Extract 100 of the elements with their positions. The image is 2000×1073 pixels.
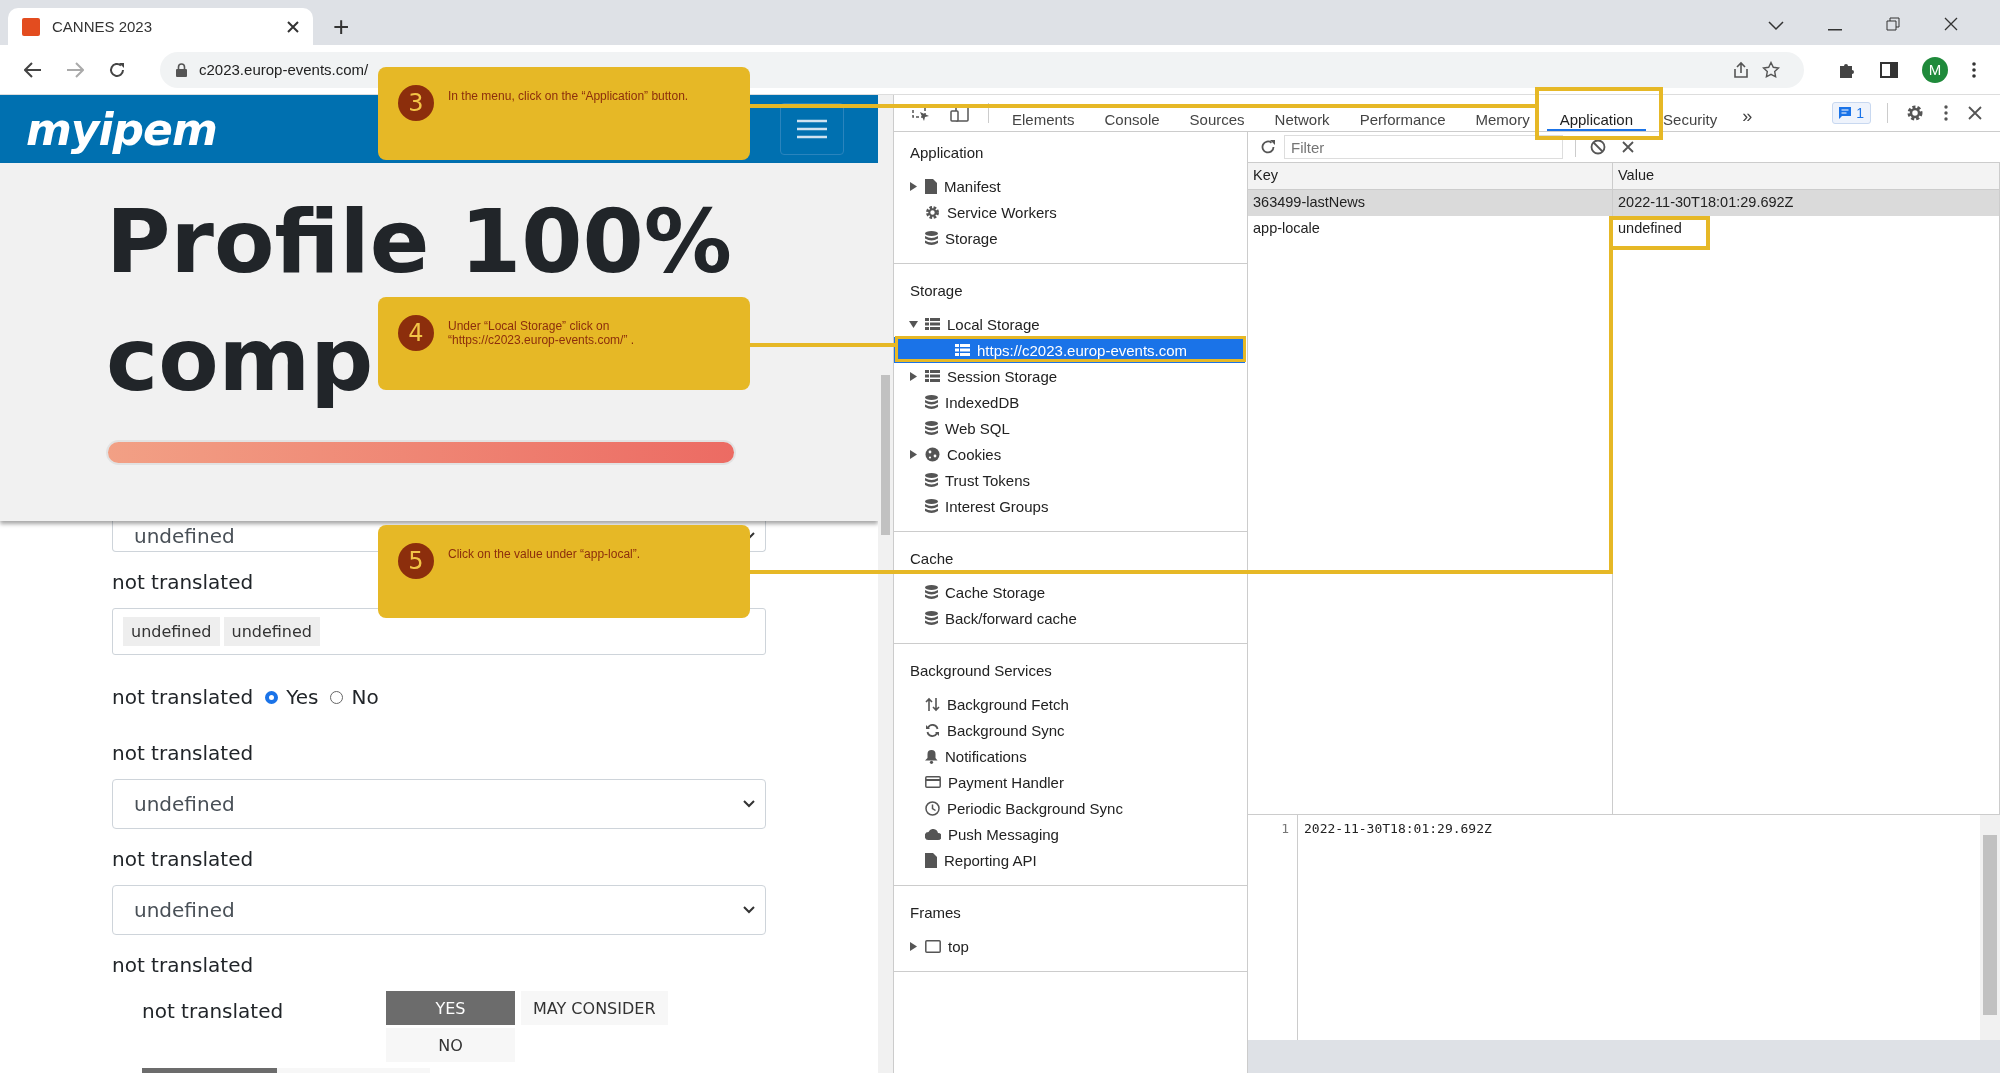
radio-label[interactable]: No	[351, 685, 379, 709]
reload-icon[interactable]	[108, 60, 126, 79]
delete-icon[interactable]	[1622, 141, 1634, 153]
choice-button[interactable]: MAY CONSIDER	[521, 991, 668, 1025]
tree-item[interactable]: Cookies	[894, 441, 1245, 467]
clock-icon	[925, 800, 940, 816]
devtools-tab[interactable]: Memory	[1462, 111, 1543, 131]
tree-item[interactable]: Web SQL	[894, 415, 1245, 441]
document-icon	[925, 852, 937, 868]
more-options-icon[interactable]	[1944, 105, 1948, 121]
tree-item[interactable]: Back/forward cache	[894, 605, 1245, 631]
devtools-tab[interactable]: Sources	[1176, 111, 1258, 131]
devtools-tab[interactable]: Security	[1650, 111, 1731, 131]
tree-item[interactable]: Session Storage	[894, 363, 1245, 389]
chevron-down-icon[interactable]	[1768, 21, 1784, 31]
tree-item[interactable]: Payment Handler	[894, 769, 1245, 795]
tree-item[interactable]: Push Messaging	[894, 821, 1245, 847]
collapsed-triangle-icon[interactable]	[909, 181, 917, 191]
step-number: 3	[398, 85, 434, 121]
devtools-tab[interactable]: Performance	[1346, 111, 1459, 131]
clear-all-icon[interactable]	[1590, 139, 1606, 155]
tree-item[interactable]: Cache Storage	[894, 579, 1245, 605]
tree-item[interactable]: Service Workers	[894, 199, 1245, 225]
select-field[interactable]: undefined	[112, 885, 766, 935]
gear-icon	[925, 204, 940, 220]
bell-icon	[925, 748, 938, 764]
choice-button[interactable]: YES	[386, 991, 515, 1025]
callout-text: In the menu, click on the “Application” button.	[448, 88, 689, 103]
collapsed-triangle-icon[interactable]	[909, 371, 917, 381]
section-title: Storage	[909, 281, 964, 301]
window-frame-icon	[925, 939, 941, 953]
close-icon[interactable]	[1944, 17, 1958, 31]
tree-item[interactable]: Manifest	[894, 173, 1245, 199]
expanded-triangle-icon[interactable]	[908, 320, 918, 328]
database-icon	[925, 584, 938, 600]
tree-item[interactable]: Background Fetch	[894, 691, 1245, 717]
close-icon[interactable]	[1968, 106, 1982, 120]
devtools-tab[interactable]: Elements	[999, 111, 1088, 131]
tree-item[interactable]: Trust Tokens	[894, 467, 1245, 493]
profile-avatar[interactable]: M	[1922, 56, 1948, 83]
select-field[interactable]: undefined	[112, 779, 766, 829]
tree-item[interactable]: Reporting API	[894, 847, 1245, 873]
database-icon	[925, 472, 938, 488]
menu-icon[interactable]	[1972, 61, 1976, 78]
share-icon[interactable]	[1732, 60, 1750, 79]
sidebar-icon[interactable]	[1880, 61, 1898, 78]
tree-item[interactable]: top	[894, 933, 1245, 959]
more-tabs-button[interactable]: »	[1734, 104, 1761, 131]
filter-field[interactable]: Filter	[1284, 135, 1563, 159]
new-tab-button[interactable]: +	[327, 12, 356, 42]
chevron-down-icon	[743, 906, 755, 914]
grid-icon	[955, 344, 970, 356]
table-row[interactable]: app-locale undefined	[1248, 216, 2000, 242]
tree-item[interactable]: Interest Groups	[894, 493, 1245, 519]
collapsed-triangle-icon[interactable]	[909, 941, 917, 951]
restore-icon[interactable]	[1886, 17, 1900, 31]
tree-item[interactable]: Notifications	[894, 743, 1245, 769]
close-icon[interactable]	[287, 20, 299, 33]
table-row[interactable]: 363499-lastNews 2022-11-30T18:01:29.692Z	[1248, 190, 2000, 216]
settings-icon[interactable]	[1906, 104, 1924, 122]
tree-item[interactable]: Storage	[894, 225, 1245, 251]
radio-label[interactable]: Yes	[286, 685, 319, 709]
scrollbar[interactable]	[878, 95, 893, 1073]
field-label: not translated	[112, 741, 255, 765]
collapsed-triangle-icon[interactable]	[909, 449, 917, 459]
step-number: 5	[398, 543, 434, 579]
refresh-icon[interactable]	[1260, 139, 1276, 155]
radio-button[interactable]	[265, 690, 279, 704]
site-logo[interactable]: myipem	[26, 103, 217, 155]
devtools-tab[interactable]: Network	[1261, 111, 1343, 131]
value-preview: 2022-11-30T18:01:29.692Z	[1303, 820, 1493, 838]
table-cell: 2022-11-30T18:01:29.692Z	[1613, 190, 2000, 216]
star-icon[interactable]	[1762, 60, 1780, 79]
field-label: not translated	[112, 570, 255, 594]
issues-button[interactable]: 1	[1832, 102, 1871, 124]
choice-button[interactable]: NO	[386, 1028, 515, 1062]
tag-chip: undefined	[123, 617, 220, 646]
browser-tab[interactable]: CANNES 2023	[8, 8, 313, 45]
tab-title: CANNES 2023	[52, 18, 154, 35]
chevron-down-icon	[743, 800, 755, 808]
profile-heading: comp	[106, 307, 374, 413]
database-icon	[925, 498, 938, 514]
tree-item[interactable]: Background Sync	[894, 717, 1245, 743]
tree-item[interactable]: Periodic Background Sync	[894, 795, 1245, 821]
scrollbar[interactable]	[1980, 815, 2000, 1040]
devtools-tab[interactable]: Console	[1091, 111, 1173, 131]
column-header[interactable]: Value	[1613, 163, 2000, 189]
site-favicon-icon	[22, 17, 40, 36]
back-arrow-icon[interactable]	[24, 61, 42, 78]
tree-item[interactable]: IndexedDB	[894, 389, 1245, 415]
devtools-tab[interactable]: Application	[1546, 111, 1647, 131]
grid-icon	[925, 370, 940, 382]
lock-icon	[176, 62, 187, 77]
minimize-icon[interactable]	[1828, 29, 1842, 31]
tree-item[interactable]: Local Storage	[894, 311, 1245, 337]
database-icon	[925, 230, 938, 246]
field-label: not translated	[112, 685, 254, 709]
table-cell: undefined	[1613, 216, 2000, 242]
menu-button[interactable]	[780, 103, 844, 155]
column-header[interactable]: Key	[1248, 163, 1613, 189]
